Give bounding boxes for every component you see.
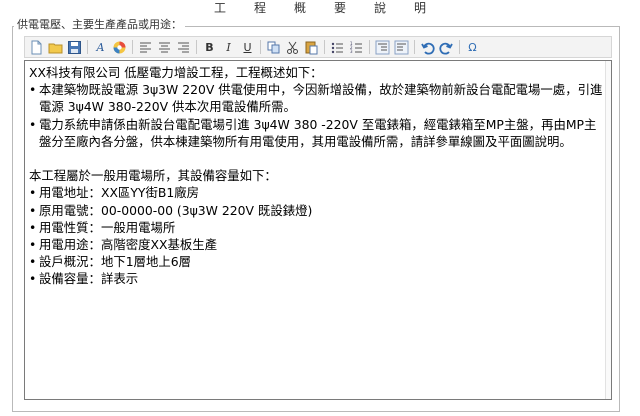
unordered-list-icon[interactable]	[329, 39, 346, 56]
list-item-text: 原用電號：00-0000-00 (3ψ3W 220V 既設錶燈)	[39, 202, 313, 218]
indent-icon[interactable]	[393, 39, 410, 56]
toolbar-separator	[459, 40, 460, 54]
editor-content[interactable]: XX科技有限公司 低壓電力增設工程，工程概述如下： • 本建築物既設電源 3ψ3…	[25, 61, 611, 288]
bullet-icon: •	[29, 237, 37, 253]
toolbar-separator	[260, 40, 261, 54]
editor-scrollbar[interactable]	[605, 61, 611, 399]
special-character-icon[interactable]: Ω	[464, 39, 481, 56]
new-document-icon[interactable]	[28, 39, 45, 56]
open-folder-icon[interactable]	[47, 39, 64, 56]
list-item: • 本建築物既設電源 3ψ3W 220V 供電使用中，今因新增設備，故於建築物前…	[29, 81, 608, 115]
editor-toolbar: A BIU 123 Ω	[24, 36, 612, 58]
toolbar-separator	[132, 40, 133, 54]
paste-icon[interactable]	[303, 39, 320, 56]
align-right-icon[interactable]	[175, 39, 192, 56]
intro-line: XX科技有限公司 低壓電力增設工程，工程概述如下：	[29, 65, 323, 80]
underline-icon[interactable]: U	[239, 39, 256, 56]
align-left-icon[interactable]	[137, 39, 154, 56]
font-style-icon[interactable]: A	[92, 39, 109, 56]
rich-text-editor[interactable]: XX科技有限公司 低壓電力增設工程，工程概述如下： • 本建築物既設電源 3ψ3…	[24, 60, 612, 400]
toolbar-separator	[414, 40, 415, 54]
cut-icon[interactable]	[284, 39, 301, 56]
bullet-icon: •	[29, 271, 37, 287]
list-item: • 原用電號：00-0000-00 (3ψ3W 220V 既設錶燈)	[29, 202, 608, 219]
list-item-text: 用電地址：XX區YY街B1廠房	[39, 185, 200, 201]
bullet-icon: •	[29, 116, 37, 132]
list-item-text: 設備容量：詳表示	[39, 271, 139, 287]
bullet-icon: •	[29, 202, 37, 218]
field-legend: 供電電壓、主要生產產品或用途：	[14, 18, 185, 32]
align-center-icon[interactable]	[156, 39, 173, 56]
svg-text:3: 3	[350, 49, 353, 54]
list-item: • 用電性質：一般用電場所	[29, 219, 608, 236]
toolbar-separator	[369, 40, 370, 54]
bullet-icon: •	[29, 254, 37, 270]
ordered-list-icon[interactable]: 123	[348, 39, 365, 56]
color-palette-icon[interactable]	[111, 39, 128, 56]
italic-icon[interactable]: I	[220, 39, 237, 56]
list-item-text: 用電性質：一般用電場所	[39, 219, 176, 235]
list-item: • 用電用途：高階密度XX基板生產	[29, 236, 608, 253]
bullet-icon: •	[29, 185, 37, 201]
list-item: • 電力系統申請係由新設台電配電場引進 3ψ4W 380 -220V 至電錶箱，…	[29, 116, 608, 150]
toolbar-separator	[87, 40, 88, 54]
list-item-text: 用電用途：高階密度XX基板生產	[39, 237, 218, 253]
list-item: • 設戶概況：地下1層地上6層	[29, 253, 608, 270]
save-icon[interactable]	[66, 39, 83, 56]
outdent-icon[interactable]	[374, 39, 391, 56]
toolbar-separator	[324, 40, 325, 54]
redo-icon[interactable]	[438, 39, 455, 56]
list-item: • 設備容量：詳表示	[29, 270, 608, 287]
toolbar-separator	[196, 40, 197, 54]
bullet-icon: •	[29, 219, 37, 235]
undo-icon[interactable]	[419, 39, 436, 56]
list-item-text: 電力系統申請係由新設台電配電場引進 3ψ4W 380 -220V 至電錶箱，經電…	[39, 116, 597, 149]
capacity-title: 本工程屬於一般用電場所，其設備容量如下：	[29, 168, 277, 184]
bullet-icon: •	[29, 82, 37, 98]
list-item-text: 設戶概況：地下1層地上6層	[39, 254, 192, 270]
copy-icon[interactable]	[265, 39, 282, 56]
list-item: • 用電地址：XX區YY街B1廠房	[29, 184, 608, 201]
page-title: 工程概要說明	[213, 1, 454, 15]
bold-icon[interactable]: B	[201, 39, 218, 56]
list-item-text: 本建築物既設電源 3ψ3W 220V 供電使用中，今因新增設備，故於建築物前新設…	[39, 82, 603, 115]
